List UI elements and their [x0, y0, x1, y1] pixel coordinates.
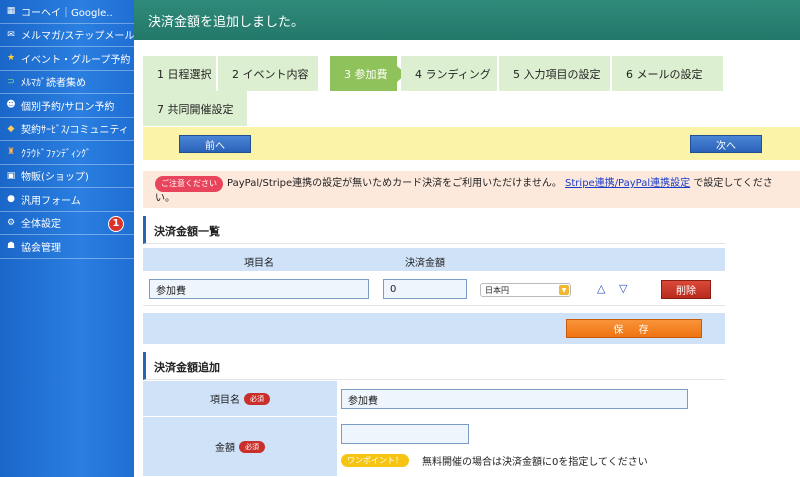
save-bar: 保 存 [143, 313, 725, 344]
move-up-icon[interactable]: △ [597, 282, 605, 295]
col-amount-header: 決済金額 [405, 258, 445, 269]
sidebar: ▦ コーヘイ｜Google.. ✉ メルマガ/ステップメール ★ イベント・グループ予… [0, 0, 134, 477]
item-name-input[interactable] [149, 279, 369, 299]
success-message: 決済金額を追加しました。 [134, 0, 800, 40]
save-button[interactable]: 保 存 [566, 319, 702, 338]
people-icon: ☻ [6, 100, 16, 111]
new-item-name-input[interactable] [341, 389, 688, 409]
payment-notice: ご注意ください PayPal/Stripe連携の設定が無いためカード決済をご利用い… [143, 171, 800, 208]
add-section-title: 決済金額追加 [143, 352, 725, 380]
sidebar-item-event[interactable]: ★ イベント・グループ予約 [0, 47, 134, 71]
amount-hint-text: 無料開催の場合は決済金額に0を指定してください [422, 457, 648, 468]
tab-step-6[interactable]: 6 メールの設定 [612, 56, 723, 91]
chevron-down-icon: ▼ [559, 285, 569, 295]
sidebar-item-form[interactable]: ● 汎用フォーム [0, 188, 134, 212]
payment-settings-link[interactable]: Stripe連携/PayPal連携設定 [565, 178, 690, 189]
sidebar-item-readers[interactable]: ⊃ ﾒﾙﾏｶﾞ読者集め [0, 71, 134, 94]
mail-icon: ✉ [7, 29, 15, 40]
magnet-icon: ⊃ [7, 76, 15, 87]
list-table-header: 項目名 決済金額 [143, 248, 725, 271]
sidebar-item-shop[interactable]: ▣ 物販(ショップ) [0, 165, 134, 188]
star-icon: ★ [6, 53, 16, 64]
caution-tag: ご注意ください [155, 176, 223, 192]
sidebar-item-mail[interactable]: ✉ メルマガ/ステップメール [0, 24, 134, 47]
step-nav-bar: 前へ 次へ [143, 127, 800, 160]
notice-text: PayPal/Stripe連携の設定が無いためカード決済をご利用いただけません。 [227, 178, 562, 189]
sidebar-item-reservation[interactable]: ☻ 個別予約/サロン予約 [0, 94, 134, 118]
item-name-label: 項目名 必須 [143, 381, 337, 417]
tab-step-1[interactable]: 1 日程選択 [143, 56, 216, 91]
one-point-tag: ワンポイント！ [341, 454, 409, 467]
group-icon: ☗ [6, 241, 16, 252]
contract-icon: ◆ [7, 123, 15, 134]
table-row: 日本円 ▼ △ ▽ 削除 [143, 271, 725, 306]
col-item-header: 項目名 [244, 258, 274, 269]
list-section-title: 決済金額一覧 [143, 216, 725, 244]
next-button[interactable]: 次へ [690, 135, 762, 153]
crowdfunding-icon: ♜ [6, 147, 16, 158]
new-amount-input[interactable] [341, 424, 469, 444]
sidebar-item-google[interactable]: ▦ コーヘイ｜Google.. [0, 0, 134, 24]
tab-step-2[interactable]: 2 イベント内容 [218, 56, 318, 91]
notification-badge: 1 [108, 215, 124, 232]
move-down-icon[interactable]: ▽ [619, 282, 627, 295]
shop-icon: ▣ [6, 170, 16, 181]
tab-step-7[interactable]: 7 共同開催設定 [143, 91, 247, 126]
amount-input[interactable] [383, 279, 467, 299]
calendar-icon: ▦ [6, 6, 16, 17]
tab-step-5[interactable]: 5 入力項目の設定 [499, 56, 610, 91]
sidebar-item-settings[interactable]: ⚙ 全体設定 1 [0, 212, 134, 235]
gear-icon: ⚙ [6, 217, 16, 228]
main-content: 決済金額を追加しました。 1 日程選択 2 イベント内容 3 参加費 4 ランデ… [134, 0, 800, 477]
required-badge: 必須 [244, 392, 270, 405]
amount-label: 金額 必須 [143, 417, 337, 477]
required-badge: 必須 [239, 440, 265, 453]
sidebar-item-contract[interactable]: ◆ 契約ｻｰﾋﾞｽ/コミュニティ [0, 118, 134, 141]
sidebar-item-crowdfunding[interactable]: ♜ ｸﾗｳﾄﾞﾌｧﾝﾃﾞｨﾝｸﾞ [0, 141, 134, 165]
currency-select[interactable]: 日本円 ▼ [480, 283, 571, 297]
tab-step-3[interactable]: 3 参加費 [330, 56, 397, 91]
tab-step-4[interactable]: 4 ランディング [401, 56, 497, 91]
prev-button[interactable]: 前へ [179, 135, 251, 153]
form-icon: ● [7, 194, 15, 205]
sidebar-item-association[interactable]: ☗ 協会管理 [0, 235, 134, 259]
delete-button[interactable]: 削除 [661, 280, 711, 299]
